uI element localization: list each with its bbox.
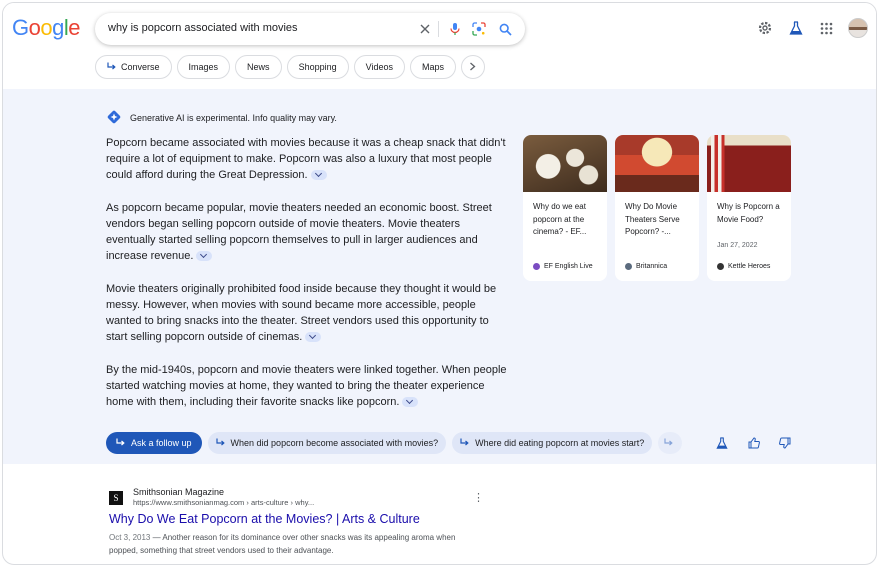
ai-notice-text: Generative AI is experimental. Info qual… [130, 113, 337, 123]
card-source: Kettle Heroes [717, 263, 770, 270]
apps-grid-icon[interactable] [817, 19, 835, 37]
card-thumbnail [523, 135, 607, 192]
card-title: Why do we eat popcorn at the cinema? - E… [533, 202, 587, 236]
logo-letter: e [68, 15, 81, 40]
ai-paragraph: Movie theaters originally prohibited foo… [106, 281, 510, 345]
follow-up-arrow-icon [215, 438, 225, 448]
follow-up-arrow-icon [664, 438, 673, 448]
logo-letter: G [12, 15, 29, 40]
chip-label: Maps [421, 62, 444, 72]
ai-overview-panel: Generative AI is experimental. Info qual… [3, 89, 876, 464]
site-favicon: S [109, 491, 123, 505]
settings-gear-icon[interactable] [756, 19, 774, 37]
source-cards: Why do we eat popcorn at the cinema? - E… [523, 135, 791, 281]
ai-notice: Generative AI is experimental. Info qual… [106, 109, 337, 127]
chevron-right-icon [469, 62, 476, 73]
paragraph-text: As popcorn became popular, movie theater… [106, 202, 492, 262]
sge-sparkle-icon [106, 109, 122, 127]
card-source-name: Kettle Heroes [728, 263, 771, 270]
logo-letter: o [40, 15, 53, 40]
browser-frame: Google why is popcorn associated with mo… [2, 2, 877, 565]
chip-news[interactable]: News [235, 55, 282, 79]
chip-shopping[interactable]: Shopping [286, 55, 349, 79]
expand-source-button[interactable] [305, 332, 322, 343]
clear-icon[interactable] [417, 21, 433, 37]
thumbs-down-icon[interactable] [778, 436, 792, 450]
ai-paragraph: Popcorn became associated with movies be… [106, 135, 510, 183]
card-thumbnail [707, 135, 791, 192]
divider [438, 21, 439, 37]
paragraph-text: Popcorn became associated with movies be… [106, 137, 506, 181]
chip-label: News [247, 62, 270, 72]
paragraph-text: Movie theaters originally prohibited foo… [106, 283, 497, 343]
site-url[interactable]: https://www.smithsonianmag.com › arts-cu… [133, 498, 314, 507]
ai-paragraph: By the mid-1940s, popcorn and movie thea… [106, 362, 510, 410]
card-source: EF English Live [533, 263, 593, 270]
logo-letter: g [52, 15, 64, 40]
suggested-follow-up-overflow[interactable] [658, 432, 683, 454]
card-source-name: Britannica [636, 263, 668, 270]
source-favicon [533, 263, 540, 270]
suggestion-label: Where did eating popcorn at movies start… [475, 438, 645, 448]
follow-up-arrow-icon [460, 438, 469, 448]
search-icon[interactable] [497, 21, 513, 37]
expand-source-button[interactable] [310, 170, 327, 181]
expand-source-button[interactable] [402, 397, 419, 408]
expand-source-button[interactable] [196, 251, 213, 262]
site-name[interactable]: Smithsonian Magazine [133, 487, 224, 497]
result-snippet: Oct 3, 2013 — Another reason for its dom… [109, 531, 481, 557]
chip-label: Images [188, 62, 219, 72]
suggested-follow-up[interactable]: Where did eating popcorn at movies start… [452, 432, 653, 454]
chip-label: Converse [121, 62, 160, 72]
google-logo[interactable]: Google [12, 15, 81, 41]
lens-icon[interactable] [471, 21, 487, 37]
card-source-name: EF English Live [544, 263, 593, 270]
button-label: Ask a follow up [131, 438, 192, 448]
chip-label: Shopping [298, 62, 337, 72]
follow-up-bar: Ask a follow up When did popcorn become … [106, 432, 683, 454]
card-title: Why Do Movie Theaters Serve Popcorn? -..… [625, 202, 680, 236]
chip-videos[interactable]: Videos [353, 55, 405, 79]
card-title: Why is Popcorn a Movie Food? [717, 202, 780, 224]
source-favicon [717, 263, 724, 270]
chip-label: Videos [365, 62, 393, 72]
search-input[interactable]: why is popcorn associated with movies [108, 22, 298, 34]
thumbs-up-icon[interactable] [747, 436, 761, 450]
card-source: Britannica [625, 263, 667, 270]
card-date: Jan 27, 2022 [717, 242, 758, 249]
chips-next-button[interactable] [460, 55, 485, 79]
search-header: Google why is popcorn associated with mo… [3, 3, 876, 89]
ask-follow-up-button[interactable]: Ask a follow up [106, 432, 202, 454]
labs-flask-icon[interactable] [787, 19, 805, 37]
snippet-text: — Another reason for its dominance over … [109, 533, 456, 555]
source-card[interactable]: Why do we eat popcorn at the cinema? - E… [523, 135, 607, 281]
source-favicon [625, 263, 632, 270]
more-options-icon[interactable]: ⋮ [473, 491, 484, 504]
source-card[interactable]: Why is Popcorn a Movie Food? Jan 27, 202… [707, 135, 791, 281]
follow-up-arrow-icon [116, 438, 125, 448]
paragraph-text: By the mid-1940s, popcorn and movie thea… [106, 364, 507, 408]
follow-up-arrow-icon [107, 62, 116, 72]
result-date: Oct 3, 2013 [109, 533, 151, 542]
result-title-link[interactable]: Why Do We Eat Popcorn at the Movies? | A… [109, 512, 420, 526]
chip-images[interactable]: Images [176, 55, 231, 79]
microphone-icon[interactable] [447, 21, 463, 37]
chip-converse[interactable]: Converse [95, 55, 172, 79]
chip-maps[interactable]: Maps [409, 55, 456, 79]
logo-letter: o [28, 15, 41, 40]
source-card[interactable]: Why Do Movie Theaters Serve Popcorn? -..… [615, 135, 699, 281]
ai-paragraph: As popcorn became popular, movie theater… [106, 200, 510, 264]
account-avatar[interactable] [848, 18, 868, 38]
search-filter-chips: Converse Images News Shopping Videos Map… [95, 55, 485, 79]
search-box[interactable]: why is popcorn associated with movies [95, 13, 525, 45]
card-thumbnail [615, 135, 699, 192]
suggestion-label: When did popcorn become associated with … [230, 438, 439, 448]
suggested-follow-up[interactable]: When did popcorn become associated with … [207, 432, 447, 454]
ai-answer: Popcorn became associated with movies be… [106, 135, 510, 427]
labs-flask-icon[interactable] [715, 436, 729, 450]
